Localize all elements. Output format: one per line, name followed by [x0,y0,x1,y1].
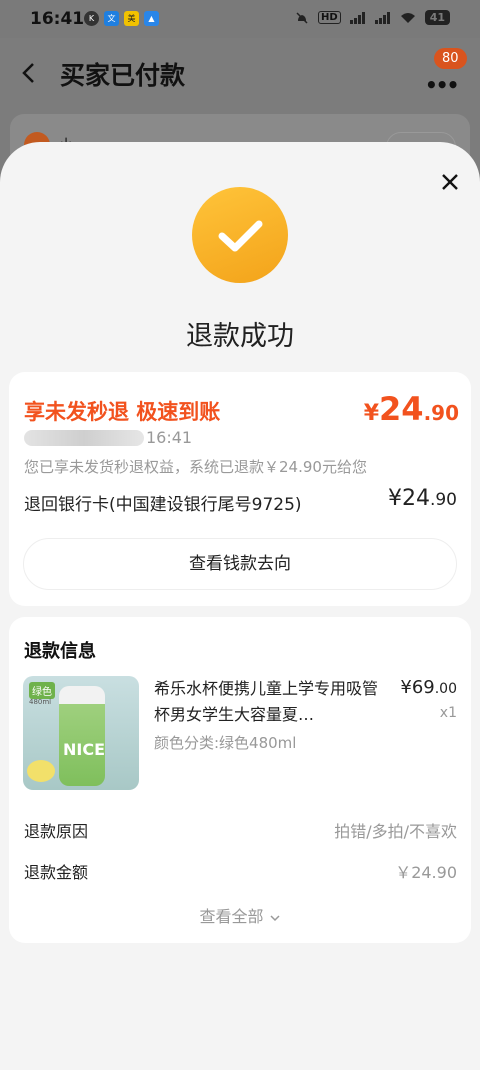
bookmark-icon: ▲ [144,11,159,26]
more-badge: 80 [434,48,467,69]
status-time: 16:41 [30,9,85,29]
more-icon[interactable]: ••• [425,73,459,97]
refund-bank-amount: ¥24.90 [387,486,457,511]
product-name[interactable]: 希乐水杯便携儿童上学专用吸管杯男女学生大容量夏… [154,676,390,728]
notification-icons: K 文 美 ▲ [84,11,159,26]
background-page-title: 买家已付款 [60,61,186,90]
signal-5g-icon [374,11,390,24]
status-bar: 16:41 K 文 美 ▲ HD 41 [0,0,480,38]
translate-icon: 文 [104,11,119,26]
view-all-label: 查看全部 [199,907,264,926]
background-header: 买家已付款 ••• 80 [0,38,480,112]
refund-price: ¥24.90 [363,390,459,428]
product-spec: 颜色分类:绿色480ml [154,734,297,752]
refund-bank-label: 退回银行卡(中国建设银行尾号9725) [24,495,302,515]
refund-success-sheet: 退款成功 享未发秒退 极速到账 ¥24.90 16:41 您已享未发货秒退权益，… [0,142,480,1070]
refund-time: 16:41 [146,428,193,447]
mute-icon [296,11,308,24]
chevron-down-icon [270,914,280,921]
product-quantity: x1 [439,705,457,721]
refund-amount-value: ￥24.90 [395,863,457,882]
close-icon[interactable] [436,168,464,196]
refund-summary-card: 享未发秒退 极速到账 ¥24.90 16:41 您已享未发货秒退权益，系统已退款… [9,372,471,606]
refund-info-card: 退款信息 绿色 480ml NICE 希乐水杯便携儿童上学专用吸管杯男女学生大容… [9,617,471,943]
product-thumbnail[interactable]: 绿色 480ml NICE [23,676,139,790]
refund-amount-label: 退款金额 [24,863,89,882]
product-price: ¥69.00 [400,677,457,698]
bottle-shape [59,686,105,786]
wifi-icon [400,12,415,23]
meituan-icon: 美 [124,11,139,26]
blurred-account [24,430,144,446]
success-check-icon [192,187,288,283]
refund-reason-label: 退款原因 [24,822,89,841]
refund-reason-value: 拍错/多拍/不喜欢 [334,822,457,841]
k-app-icon: K [84,11,99,26]
hd-icon: HD [318,11,341,24]
refund-headline: 享未发秒退 极速到账 [24,400,221,424]
thumb-text: NICE [63,740,106,759]
thumb-sub: 480ml [29,698,52,706]
battery-icon: 41 [424,10,450,25]
system-icons: HD 41 [295,10,450,25]
view-all-button[interactable]: 查看全部 [9,903,471,927]
lemon-shape [27,760,55,782]
thumb-tag: 绿色 [29,682,55,699]
success-title: 退款成功 [186,321,294,352]
refund-description: 您已享未发货秒退权益，系统已退款￥24.90元给您 [24,458,367,476]
refund-info-title: 退款信息 [24,641,96,662]
track-money-button[interactable]: 查看钱款去向 [23,538,457,590]
signal-4g-icon [349,11,365,24]
back-icon[interactable] [18,60,40,86]
